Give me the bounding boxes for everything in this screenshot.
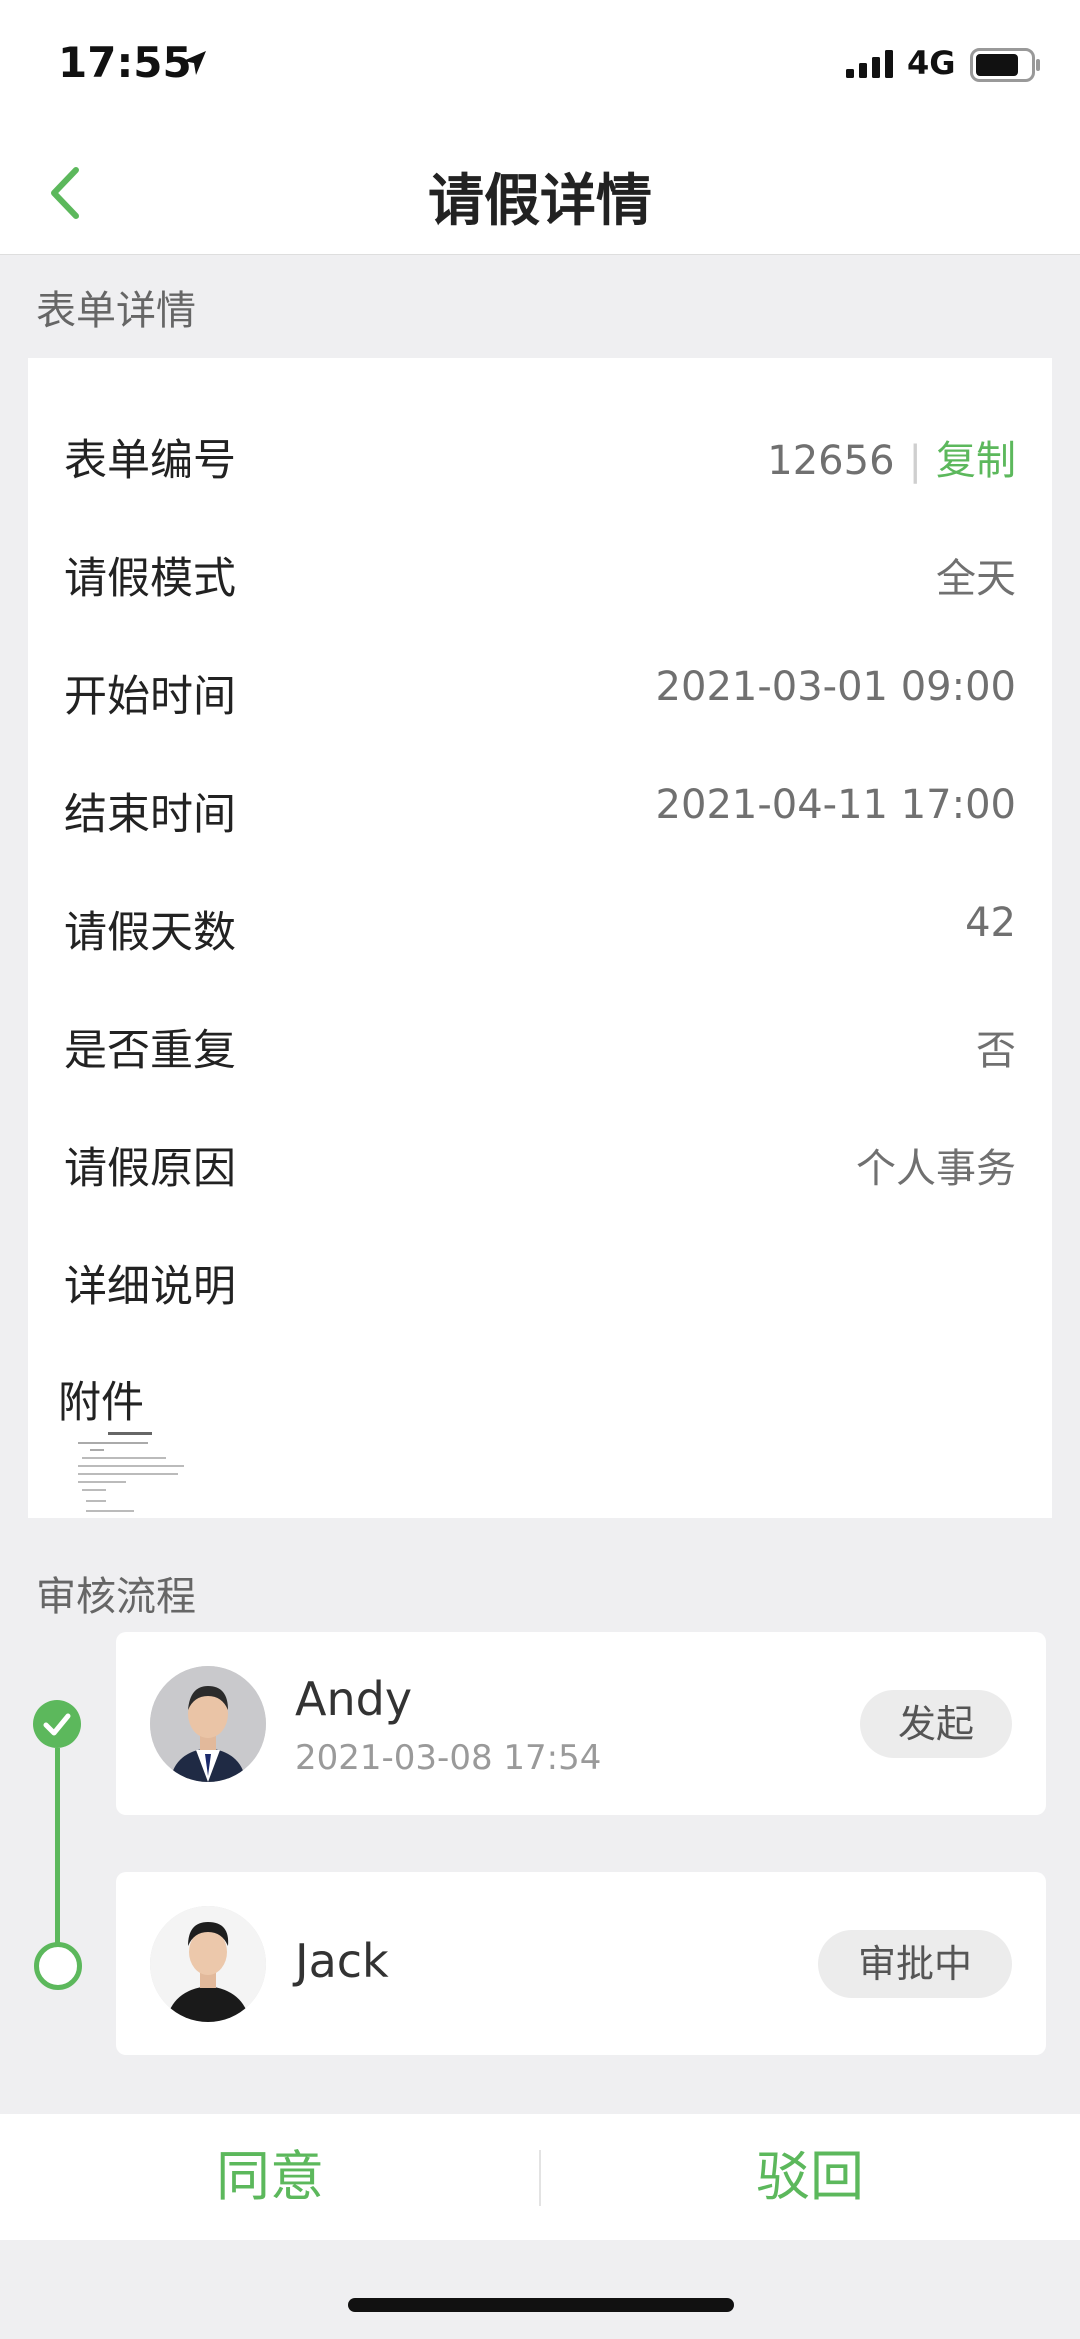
home-indicator[interactable]: [348, 2298, 734, 2312]
approve-button[interactable]: 同意: [0, 2114, 540, 2240]
row-label: 结束时间: [64, 790, 236, 840]
form-number-label: 表单编号: [64, 436, 236, 486]
approver-name: Andy: [295, 1672, 413, 1726]
row-label: 请假天数: [64, 908, 236, 958]
reject-button[interactable]: 驳回: [540, 2114, 1080, 2240]
form-row-number: 表单编号 12656 | 复制: [28, 388, 1052, 506]
leave-detail-screen: 17:55 4G 请假详情 表单详情 表单编号 12656 | 复制 请假模式 …: [0, 0, 1080, 2339]
page-title: 请假详情: [428, 169, 652, 234]
copy-button[interactable]: 复制: [936, 438, 1016, 484]
row-value: 全天: [936, 556, 1016, 602]
form-number-group: 12656 | 复制: [767, 428, 1016, 486]
form-row: 请假原因 个人事务: [28, 1096, 1052, 1214]
nav-bar: 请假详情: [0, 130, 1080, 255]
row-label: 请假原因: [64, 1144, 236, 1194]
timeline-line: [55, 1748, 60, 1954]
status-bar: 17:55 4G: [0, 0, 1080, 130]
approver-name: Jack: [295, 1934, 389, 1988]
row-value: 个人事务: [856, 1146, 1016, 1192]
status-time: 17:55: [58, 38, 192, 87]
form-row: 请假天数 42: [28, 860, 1052, 978]
row-label: 请假模式: [64, 554, 236, 604]
row-value: 2021-04-11 17:00: [655, 782, 1016, 828]
avatar: [150, 1666, 266, 1782]
battery-icon: [970, 48, 1040, 82]
row-label: 是否重复: [64, 1026, 236, 1076]
signal-icon: [846, 50, 893, 78]
approver-time: 2021-03-08 17:54: [295, 1738, 602, 1778]
row-label: 开始时间: [64, 672, 236, 722]
status-badge: 审批中: [818, 1930, 1012, 1998]
location-arrow-icon: [183, 51, 206, 75]
form-row: 请假模式 全天: [28, 506, 1052, 624]
form-row: 开始时间 2021-03-01 09:00: [28, 624, 1052, 742]
status-badge: 发起: [860, 1690, 1012, 1758]
row-label: 详细说明: [64, 1262, 236, 1312]
check-circle-icon: [33, 1700, 81, 1748]
attachment-label: 附件: [58, 1378, 144, 1428]
form-row: 是否重复 否: [28, 978, 1052, 1096]
form-row: 结束时间 2021-04-11 17:00: [28, 742, 1052, 860]
form-row: 详细说明: [28, 1214, 1052, 1332]
divider: |: [908, 438, 922, 484]
action-bar: 同意 驳回: [0, 2114, 1080, 2240]
row-value: 2021-03-01 09:00: [655, 664, 1016, 710]
form-section-title: 表单详情: [36, 288, 196, 334]
form-card: 表单编号 12656 | 复制 请假模式 全天 开始时间 2021-03-01 09…: [28, 358, 1052, 1518]
attachment-thumbnail[interactable]: [72, 1428, 202, 1518]
row-value: 42: [965, 900, 1016, 946]
form-number-value: 12656: [767, 438, 895, 484]
approver-card[interactable]: Jack 审批中: [116, 1872, 1046, 2055]
approver-card[interactable]: Andy 2021-03-08 17:54 发起: [116, 1632, 1046, 1815]
row-value: 否: [976, 1028, 1016, 1074]
approval-section-title: 审核流程: [36, 1574, 196, 1620]
network-type: 4G: [907, 44, 956, 82]
pending-circle-icon: [34, 1942, 82, 1990]
avatar: [150, 1906, 266, 2022]
